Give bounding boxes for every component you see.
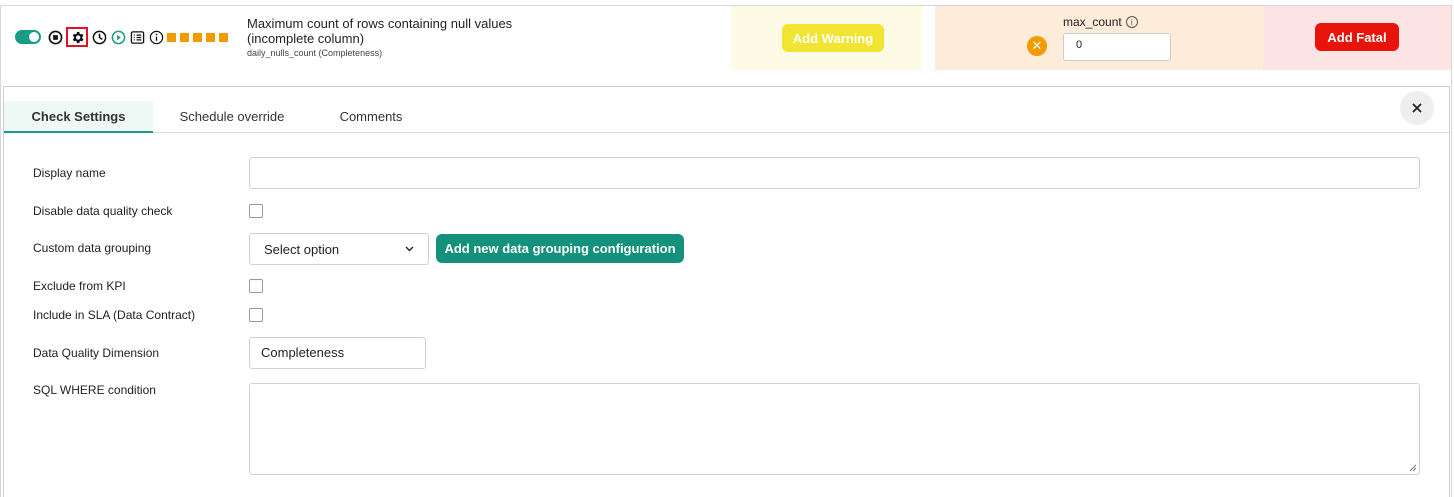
result-status-square[interactable] xyxy=(193,32,202,42)
disable-check-label: Disable data quality check xyxy=(33,204,173,218)
data-grouping-select-value: Select option xyxy=(264,241,340,257)
remove-error-rule-icon[interactable]: ✕ xyxy=(1027,36,1047,56)
fatal-rule-zone: Add Fatal xyxy=(1263,6,1451,70)
run-check-icon[interactable] xyxy=(110,29,126,45)
warning-rule-zone: Add Warning xyxy=(731,6,922,70)
chevron-down-icon xyxy=(405,246,414,252)
tab-check-settings[interactable]: Check Settings xyxy=(4,101,153,133)
tab-comments[interactable]: Comments xyxy=(311,101,431,132)
check-subtitle: daily_nulls_count (Completeness) xyxy=(247,48,383,58)
data-grouping-label: Custom data grouping xyxy=(33,241,152,255)
info-icon[interactable]: i xyxy=(1125,16,1138,28)
dimension-label: Data Quality Dimension xyxy=(33,346,160,360)
check-settings-panel: Check Settings Schedule override Comment… xyxy=(3,86,1450,497)
error-rule-zone: max_count i ✕ 0 xyxy=(935,6,1263,70)
result-status-square[interactable] xyxy=(180,32,189,42)
include-sla-label: Include in SLA (Data Contract) xyxy=(33,308,196,322)
exclude-kpi-label: Exclude from KPI xyxy=(33,279,126,293)
gear-icon xyxy=(72,31,83,43)
resize-grip-icon[interactable] xyxy=(1409,464,1417,472)
add-data-grouping-button[interactable]: Add new data grouping configuration xyxy=(436,234,684,263)
settings-gear-button[interactable] xyxy=(66,27,88,47)
check-title-block: Maximum count of rows containing null va… xyxy=(247,16,547,58)
check-row: Maximum count of rows containing null va… xyxy=(1,6,1451,70)
data-grouping-select[interactable]: Select option xyxy=(249,233,429,265)
exclude-kpi-checkbox[interactable] xyxy=(249,279,263,293)
settings-tabs: Check Settings Schedule override Comment… xyxy=(4,101,1449,133)
clock-icon[interactable] xyxy=(91,29,107,45)
result-status-square[interactable] xyxy=(206,32,215,42)
close-icon xyxy=(1412,103,1422,113)
result-status-square[interactable] xyxy=(167,32,176,42)
dimension-input[interactable]: Completeness xyxy=(249,337,426,369)
stop-icon[interactable] xyxy=(47,29,63,45)
close-panel-button[interactable] xyxy=(1400,91,1434,125)
display-name-label: Display name xyxy=(33,166,106,180)
max-count-input[interactable]: 0 xyxy=(1063,33,1171,61)
add-warning-button[interactable]: Add Warning xyxy=(782,24,884,52)
max-count-label: max_count i xyxy=(1063,15,1138,29)
sql-where-textarea[interactable] xyxy=(249,383,1420,475)
display-name-input[interactable] xyxy=(249,157,1420,189)
include-sla-checkbox[interactable] xyxy=(249,308,263,322)
check-toolbar xyxy=(15,27,232,47)
check-title: Maximum count of rows containing null va… xyxy=(247,16,513,46)
enable-toggle[interactable] xyxy=(15,30,41,44)
sql-where-label: SQL WHERE condition xyxy=(33,383,156,397)
disable-check-checkbox[interactable] xyxy=(249,204,263,218)
result-status-square[interactable] xyxy=(219,32,228,42)
results-list-icon[interactable] xyxy=(129,29,145,45)
tab-schedule-override[interactable]: Schedule override xyxy=(153,101,311,132)
info-icon[interactable] xyxy=(148,29,164,45)
add-fatal-button[interactable]: Add Fatal xyxy=(1315,23,1399,51)
max-count-label-text: max_count xyxy=(1063,15,1122,29)
